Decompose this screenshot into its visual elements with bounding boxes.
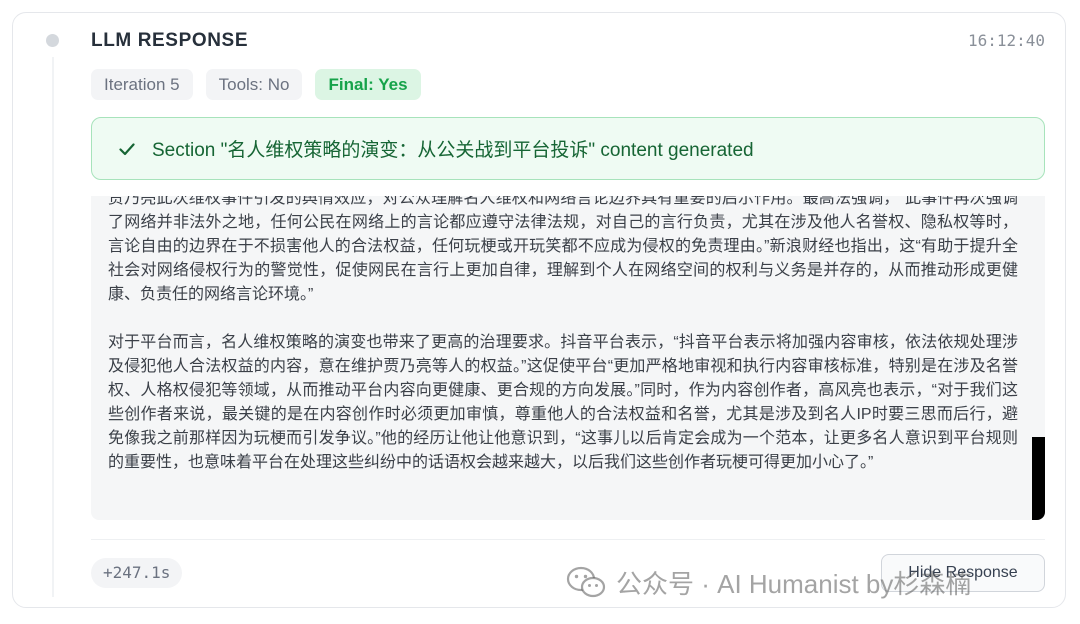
response-text: 贾乃亮此次维权事件引发的舆情效应，对公众理解名人维权和网络言论边界具有重要的启示…: [108, 196, 1018, 499]
timeline-dot: [46, 34, 59, 47]
duration-badge: +247.1s: [91, 558, 183, 588]
timeline-line: [52, 57, 54, 597]
footer-divider: [91, 539, 1045, 540]
banner-message: Section "名人维权策略的演变：从公关战到平台投诉" content ge…: [152, 140, 754, 161]
timestamp: 16:12:40: [967, 31, 1045, 50]
hide-response-button[interactable]: Hide Response: [881, 554, 1045, 592]
response-content[interactable]: 贾乃亮此次维权事件引发的舆情效应，对公众理解名人维权和网络言论边界具有重要的启示…: [91, 196, 1045, 520]
success-banner: Section "名人维权策略的演变：从公关战到平台投诉" content ge…: [91, 117, 1045, 180]
response-paragraph: 对于平台而言，名人维权策略的演变也带来了更高的治理要求。抖音平台表示，“抖音平台…: [108, 334, 1018, 471]
final-tag: Final: Yes: [315, 69, 421, 100]
tools-tag: Tools: No: [205, 69, 303, 100]
card-title: LLM RESPONSE: [91, 30, 249, 51]
check-icon: [119, 142, 135, 155]
response-paragraph: 贾乃亮此次维权事件引发的舆情效应，对公众理解名人维权和网络言论边界具有重要的启示…: [108, 196, 1018, 303]
llm-response-card: LLM RESPONSE 16:12:40 Iteration 5 Tools:…: [12, 12, 1066, 608]
status-tags: Iteration 5 Tools: No Final: Yes: [91, 69, 421, 100]
iteration-tag: Iteration 5: [91, 69, 193, 100]
scrollbar-thumb[interactable]: [1032, 437, 1045, 520]
